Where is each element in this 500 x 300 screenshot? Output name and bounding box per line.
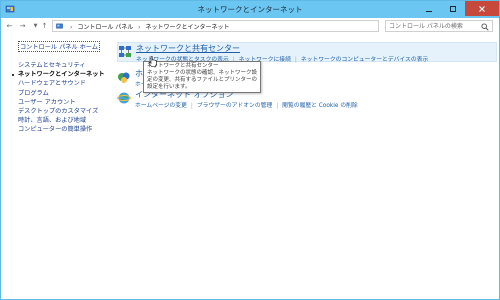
tooltip-line: 設定を行います。: [147, 84, 191, 90]
left-nav: コントロール パネル ホーム システムとセキュリティ ネットワークとインターネッ…: [12, 41, 110, 135]
homegroup-icon: [118, 72, 130, 83]
category-network-sharing-center[interactable]: ネットワークと共有センター ネットワークの状態とタスクの表示 | ネットワークに接続…: [117, 42, 497, 63]
forward-button[interactable]: →: [17, 20, 28, 31]
address-bar: ← → ▼ ↑ › コントロール パネル › ネットワークとインターネット ▼ …: [1, 18, 499, 34]
close-button[interactable]: [465, 1, 499, 16]
control-panel-home-link[interactable]: コントロール パネル ホーム: [18, 41, 100, 52]
up-arrow-icon: ↑: [41, 21, 48, 30]
nav-item-system-security[interactable]: システムとセキュリティ: [15, 61, 110, 70]
tooltip-line: 定の変更、共有するファイルとプリンターの: [147, 77, 258, 83]
back-arrow-icon: ←: [6, 21, 13, 30]
tooltip: ネットワークと共有センター ネットワークの状態の確認、ネットワーク設 定の変更、…: [143, 61, 261, 93]
forward-arrow-icon: →: [19, 21, 26, 30]
chevron-down-icon: ▼: [33, 22, 38, 29]
internet-options-icon: [117, 92, 131, 104]
search-box[interactable]: [385, 20, 493, 32]
link-view-network-computers[interactable]: ネットワークのコンピューターとデバイスの表示: [301, 57, 428, 63]
nav-item-clock-language-region[interactable]: 時計、言語、および地域: [15, 116, 110, 125]
breadcrumb-network-internet[interactable]: ネットワークとインターネット: [146, 24, 230, 31]
search-icon[interactable]: [481, 23, 489, 31]
link-change-home-page[interactable]: ホームページの変更: [135, 103, 187, 109]
category-links: ホームページの変更 | ブラウザーのアドオンの管理 | 閲覧の履歴と Cookie の削…: [135, 100, 358, 109]
minimize-button[interactable]: [417, 1, 441, 16]
up-button[interactable]: ↑: [39, 20, 50, 31]
minimize-icon: [426, 10, 432, 12]
link-divider: |: [294, 57, 297, 63]
link-delete-history[interactable]: 閲覧の履歴と Cookie の削除: [282, 103, 358, 109]
nav-item-programs[interactable]: プログラム: [15, 89, 110, 98]
close-icon: [479, 5, 485, 12]
link-manage-addons[interactable]: ブラウザーのアドオンの管理: [197, 103, 272, 109]
address-field[interactable]: › コントロール パネル › ネットワークとインターネット ▼ ↻: [52, 20, 427, 32]
tooltip-line: ネットワークと共有センター: [147, 63, 219, 69]
title-bar[interactable]: ネットワークとインターネット: [1, 1, 499, 18]
nav-item-ease-of-access[interactable]: コンピューターの簡単操作: [15, 125, 110, 134]
link-divider: |: [190, 103, 193, 109]
nav-item-user-accounts[interactable]: ユーザー アカウント: [15, 98, 110, 107]
nav-item-hardware-sound[interactable]: ハードウェアとサウンド: [15, 79, 110, 88]
breadcrumb-separator: ›: [70, 24, 73, 31]
search-input[interactable]: [389, 22, 479, 31]
hand-cursor-icon: [148, 56, 157, 67]
category-title[interactable]: ネットワークと共有センター: [136, 43, 240, 54]
tooltip-line: ネットワークの状態の確認、ネットワーク設: [147, 70, 258, 76]
window: ネットワークとインターネット ← → ▼ ↑ › コントロール パネル › ネッ…: [0, 0, 500, 300]
network-sharing-center-icon: [119, 46, 131, 57]
nav-list: システムとセキュリティ ネットワークとインターネット ハードウェアとサウンド プ…: [12, 61, 110, 135]
nav-item-network-internet: ネットワークとインターネット: [12, 70, 110, 79]
breadcrumb: › コントロール パネル › ネットワークとインターネット: [67, 22, 230, 31]
back-button[interactable]: ←: [4, 20, 15, 31]
nav-item-desktop-customization[interactable]: デスクトップのカスタマイズ: [15, 107, 110, 116]
control-panel-icon: [56, 23, 63, 29]
breadcrumb-control-panel[interactable]: コントロール パネル: [77, 24, 133, 31]
link-divider: |: [276, 103, 279, 109]
maximize-button[interactable]: [441, 1, 465, 16]
breadcrumb-separator: ›: [138, 24, 141, 31]
maximize-icon: [450, 5, 456, 12]
